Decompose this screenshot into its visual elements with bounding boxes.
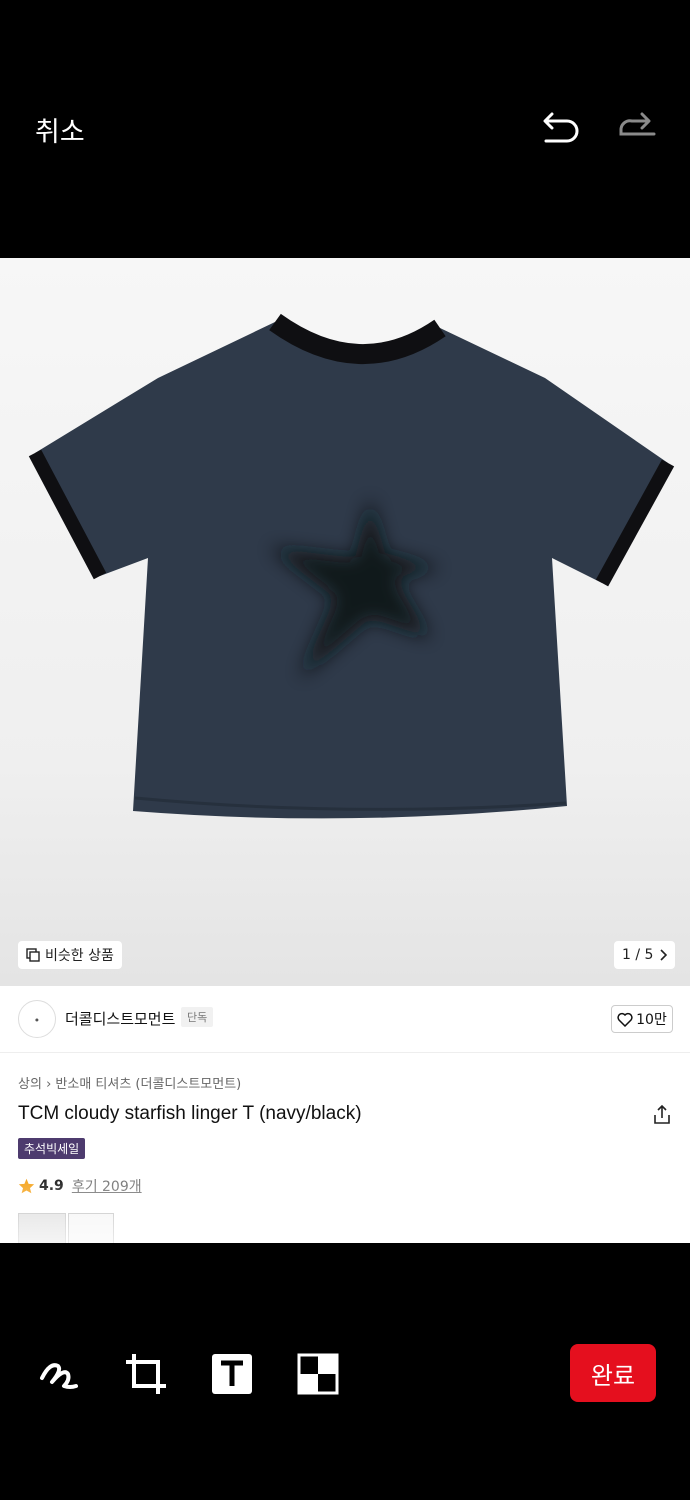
pen-icon[interactable] <box>38 1352 82 1396</box>
brand-name[interactable]: 더콜디스트모먼트 <box>65 1008 175 1029</box>
reviews-link[interactable]: 후기 209개 <box>72 1176 142 1196</box>
done-button[interactable]: 완료 <box>570 1344 656 1402</box>
thumbnail-other[interactable] <box>68 1213 114 1243</box>
brand-row: ● 더콜디스트모먼트 단독 10만 <box>0 986 690 1053</box>
mosaic-icon[interactable] <box>296 1352 340 1396</box>
text-icon[interactable] <box>210 1352 254 1396</box>
editor-top-bar: 취소 <box>0 0 690 258</box>
sale-badge: 추석빅세일 <box>18 1138 86 1159</box>
brand-logo[interactable]: ● <box>18 1000 56 1038</box>
editor-toolbar: 완료 <box>0 1243 690 1500</box>
similar-products-button[interactable]: 비슷한 상품 <box>18 941 122 969</box>
like-count: 10만 <box>636 1012 667 1028</box>
product-title: TCM cloudy starfish linger T (navy/black… <box>18 1103 362 1124</box>
crop-icon[interactable] <box>124 1352 168 1396</box>
breadcrumb-category[interactable]: 상의 <box>18 1077 42 1092</box>
thumbnail-navy[interactable] <box>18 1213 66 1243</box>
editable-screenshot[interactable]: 비슷한 상품 1 / 5 ● 더콜디스트모먼트 단독 10만 상의 › 반소매 … <box>0 258 690 1243</box>
copy-icon <box>26 948 40 962</box>
breadcrumb-separator: › <box>46 1077 56 1092</box>
product-image: 비슷한 상품 1 / 5 <box>0 258 690 986</box>
tshirt-illustration <box>28 313 675 819</box>
rating-row: 4.9 후기 209개 <box>18 1176 142 1196</box>
breadcrumb: 상의 › 반소매 티셔츠 (더콜디스트모먼트) <box>18 1073 241 1092</box>
share-icon[interactable] <box>652 1104 672 1126</box>
redo-icon[interactable] <box>616 110 660 150</box>
similar-products-label: 비슷한 상품 <box>45 948 114 964</box>
chevron-right-icon <box>660 949 668 961</box>
color-thumbnails <box>18 1213 114 1243</box>
exclusive-tag: 단독 <box>181 1007 214 1027</box>
star-icon <box>18 1178 35 1194</box>
heart-icon <box>617 1012 633 1027</box>
undo-icon[interactable] <box>540 110 584 150</box>
like-button[interactable]: 10만 <box>611 1005 673 1033</box>
rating-score: 4.9 <box>39 1178 64 1194</box>
breadcrumb-subcategory[interactable]: 반소매 티셔츠 (더콜디스트모먼트) <box>55 1077 241 1092</box>
pager-label: 1 / 5 <box>622 947 654 963</box>
image-pager[interactable]: 1 / 5 <box>614 941 676 969</box>
cancel-button[interactable]: 취소 <box>35 110 85 149</box>
